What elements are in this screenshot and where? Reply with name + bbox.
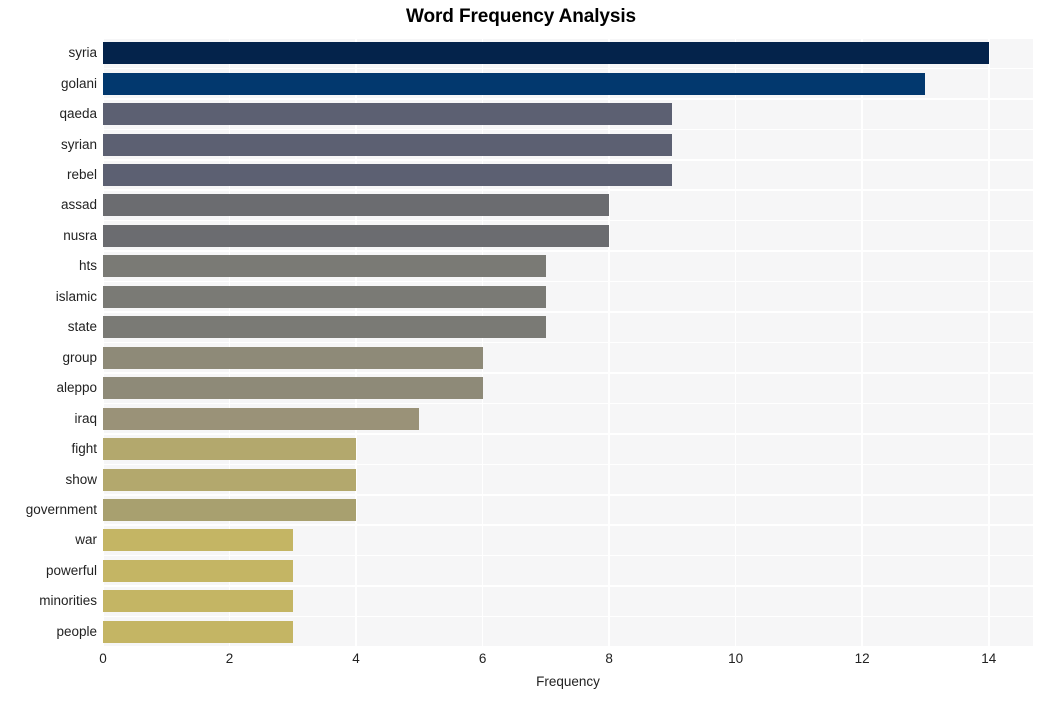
bar bbox=[103, 438, 357, 461]
bar bbox=[103, 224, 610, 247]
y-axis-tick-label: assad bbox=[60, 197, 97, 213]
bar bbox=[103, 194, 610, 217]
plot-area bbox=[102, 37, 1033, 648]
bar bbox=[103, 407, 420, 430]
y-axis-tick-label: iraq bbox=[74, 410, 97, 426]
y-axis-tick-label: syria bbox=[68, 45, 97, 61]
gridline-horizontal bbox=[103, 585, 1033, 587]
bar bbox=[103, 468, 357, 491]
y-axis-tick-label: minorities bbox=[39, 593, 97, 609]
x-axis-tick-label: 8 bbox=[605, 651, 613, 666]
bar bbox=[103, 72, 926, 95]
gridline-horizontal bbox=[103, 37, 1033, 39]
y-axis-tick-label: hts bbox=[78, 258, 97, 274]
gridline-horizontal bbox=[103, 98, 1033, 100]
bar bbox=[103, 377, 483, 400]
x-axis-tick-label: 2 bbox=[225, 651, 234, 666]
gridline-horizontal bbox=[103, 646, 1033, 648]
bar bbox=[103, 133, 673, 156]
y-axis-tick-label: aleppo bbox=[56, 380, 97, 396]
x-axis-tick-labels: 0 2 4 6 8 10 12 14 bbox=[0, 650, 1042, 672]
gridline-horizontal bbox=[103, 554, 1033, 557]
y-axis-tick-label: people bbox=[56, 623, 97, 639]
y-axis-tick-label: war bbox=[75, 532, 97, 548]
x-axis-tick-label: 12 bbox=[854, 651, 870, 666]
bar bbox=[103, 346, 483, 369]
y-axis-tick-label: group bbox=[62, 349, 97, 365]
gridline-horizontal bbox=[103, 341, 1033, 344]
bar bbox=[103, 164, 673, 187]
gridline-horizontal bbox=[103, 493, 1033, 496]
x-axis-tick-label: 14 bbox=[981, 651, 997, 666]
x-axis-tick-label: 0 bbox=[99, 651, 107, 666]
bar bbox=[103, 255, 546, 278]
word-frequency-chart: Word Frequency Analysis syria golani qaeda… bbox=[0, 0, 1042, 701]
gridline-horizontal bbox=[103, 433, 1033, 435]
gridline-horizontal bbox=[103, 128, 1033, 131]
bar bbox=[103, 498, 357, 521]
bar bbox=[103, 590, 293, 613]
gridline-horizontal bbox=[103, 372, 1033, 374]
y-axis-tick-label: rebel bbox=[66, 167, 97, 183]
gridline-horizontal bbox=[103, 524, 1033, 526]
y-axis-tick-label: powerful bbox=[45, 562, 97, 578]
y-axis-tick-label: syrian bbox=[60, 136, 97, 152]
gridline-horizontal bbox=[103, 189, 1033, 192]
y-axis-tick-label: golani bbox=[60, 75, 97, 91]
x-axis-title: Frequency bbox=[536, 674, 600, 689]
bar bbox=[103, 42, 989, 65]
y-axis-tick-label: qaeda bbox=[59, 106, 97, 122]
y-axis-tick-label: islamic bbox=[55, 288, 97, 304]
y-axis-tick-labels: syria golani qaeda syrian rebel assad nusra hts… bbox=[0, 38, 97, 647]
gridline-horizontal bbox=[103, 219, 1033, 222]
bar bbox=[103, 529, 293, 552]
gridline-horizontal bbox=[103, 311, 1033, 313]
gridline-horizontal bbox=[103, 463, 1033, 466]
gridline-horizontal bbox=[103, 402, 1033, 405]
gridline-horizontal bbox=[103, 280, 1033, 283]
gridline-horizontal bbox=[103, 250, 1033, 252]
y-axis-tick-label: state bbox=[67, 319, 97, 335]
gridline-horizontal bbox=[103, 615, 1033, 618]
bar bbox=[103, 559, 293, 582]
bar bbox=[103, 620, 293, 643]
x-axis-tick-label: 10 bbox=[728, 651, 744, 666]
gridline-horizontal bbox=[103, 159, 1033, 161]
x-axis-tick-label: 4 bbox=[352, 651, 360, 666]
bar bbox=[103, 285, 546, 308]
y-axis-tick-label: nusra bbox=[63, 227, 97, 243]
bar bbox=[103, 316, 546, 339]
y-axis-tick-label: government bbox=[25, 501, 97, 517]
gridline-horizontal bbox=[103, 67, 1033, 70]
chart-title: Word Frequency Analysis bbox=[406, 6, 636, 27]
y-axis-tick-label: show bbox=[65, 471, 97, 487]
bar bbox=[103, 103, 673, 126]
x-axis-tick-label: 6 bbox=[478, 651, 487, 666]
y-axis-tick-label: fight bbox=[71, 441, 97, 457]
